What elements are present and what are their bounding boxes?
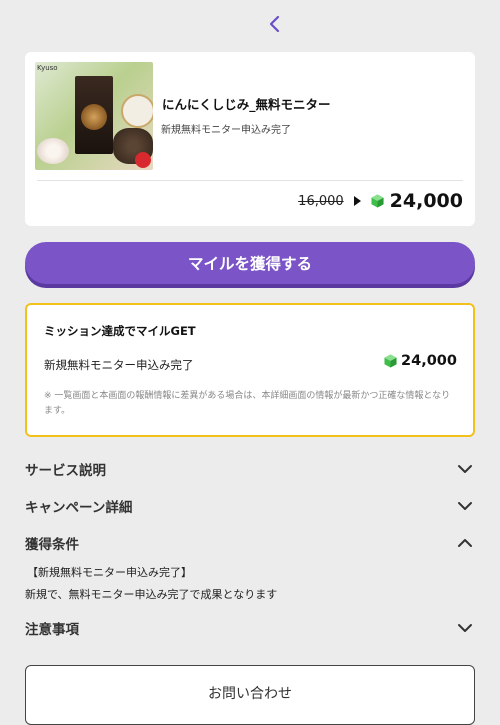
- product-card: Kyuso にんにくしじみ_無料モニター 新規無料モニター申込み完了 16,00…: [25, 52, 475, 226]
- contact-label: お問い合わせ: [208, 686, 292, 702]
- back-button[interactable]: [262, 10, 286, 38]
- section-title: 獲得条件: [25, 537, 79, 553]
- section-conditions[interactable]: 獲得条件: [25, 533, 475, 553]
- chevron-up-icon: [458, 539, 472, 547]
- section-title: サービス説明: [25, 463, 106, 479]
- mile-gem-icon: [371, 194, 384, 208]
- section-title: キャンペーン詳細: [25, 500, 133, 516]
- price-row: 16,000 24,000: [298, 188, 463, 214]
- section-title: 注意事項: [25, 622, 79, 638]
- get-miles-button[interactable]: マイルを獲得する: [25, 242, 475, 284]
- conditions-heading: 【新規無料モニター申込み完了】: [27, 566, 192, 579]
- chevron-left-icon: [269, 15, 280, 33]
- conditions-text: 新規で、無料モニター申込み完了で成果となります: [25, 588, 278, 601]
- product-subtitle: 新規無料モニター申込み完了: [161, 125, 291, 136]
- section-campaign[interactable]: キャンペーン詳細: [25, 496, 475, 516]
- chevron-down-icon: [458, 502, 472, 510]
- mission-reward: 24,000: [384, 353, 457, 369]
- mission-label: 新規無料モニター申込み完了: [44, 358, 194, 372]
- product-title: にんにくしじみ_無料モニター: [162, 97, 331, 112]
- mission-note: ※ 一覧画面と本画面の報酬情報に差異がある場合は、本詳細画面の情報が最新かつ正確…: [44, 391, 451, 416]
- mission-reward-amount: 24,000: [401, 353, 457, 369]
- chevron-down-icon: [458, 624, 472, 632]
- section-service[interactable]: サービス説明: [25, 459, 475, 479]
- chevron-down-icon: [458, 465, 472, 473]
- product-image: Kyuso: [35, 62, 153, 170]
- mission-box: ミッション達成でマイルGET 新規無料モニター申込み完了 24,000 ※ 一覧…: [25, 303, 475, 437]
- mission-heading: ミッション達成でマイルGET: [44, 324, 196, 338]
- arrow-right-icon: [353, 196, 361, 206]
- product-brand-logo: Kyuso: [37, 64, 58, 72]
- old-price: 16,000: [298, 193, 344, 209]
- divider: [37, 180, 463, 181]
- mile-gem-icon: [384, 354, 397, 368]
- contact-button[interactable]: お問い合わせ: [25, 665, 475, 725]
- section-notes[interactable]: 注意事項: [25, 618, 475, 638]
- new-price: 24,000: [389, 190, 463, 212]
